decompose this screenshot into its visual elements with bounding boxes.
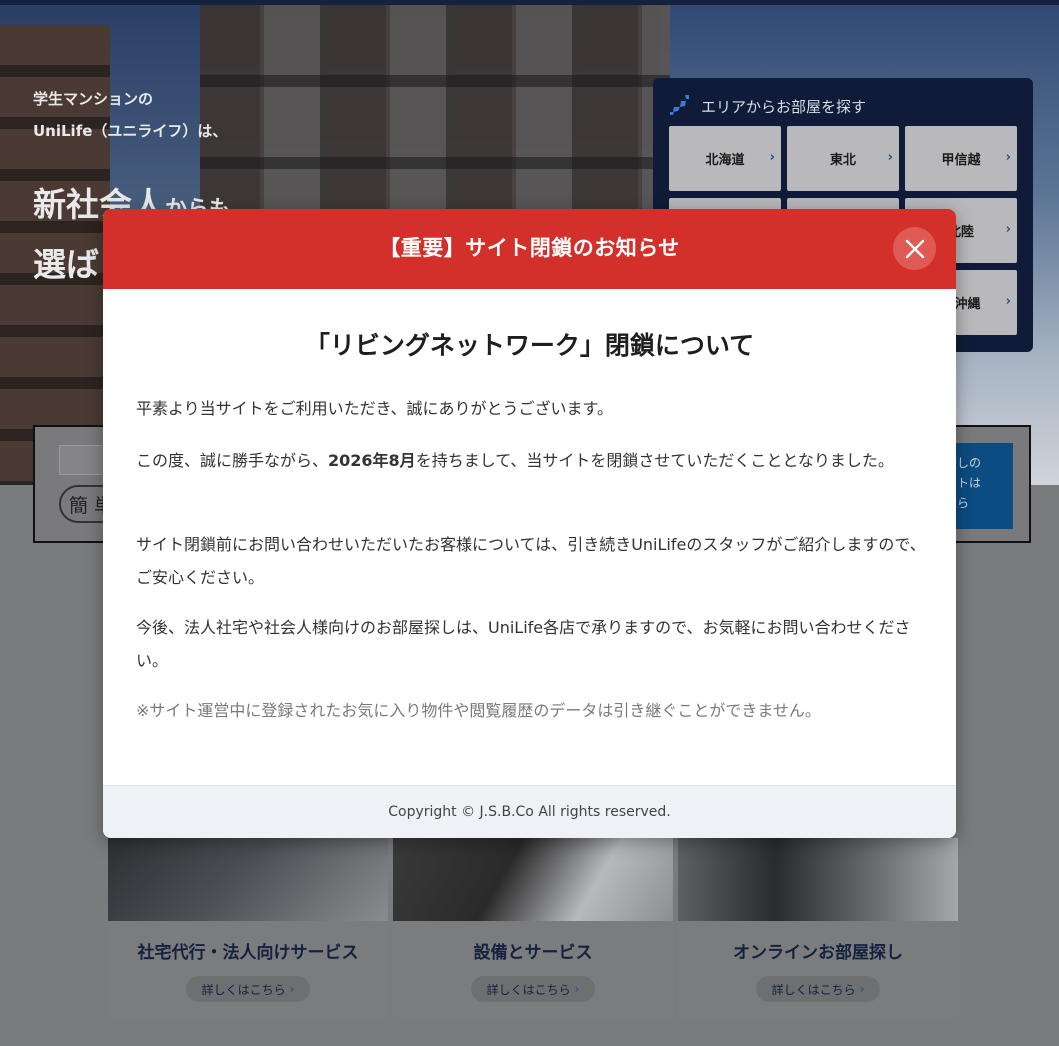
closure-date: 2026年8月 <box>328 451 416 470</box>
chevron-right-icon: › <box>574 982 580 996</box>
modal-footer: Copyright © J.S.B.Co All rights reserved… <box>103 785 956 838</box>
site-closure-modal: 【重要】サイト閉鎖のお知らせ 「リビングネットワーク」閉鎖について 平素より当サ… <box>103 209 956 838</box>
area-button-label: 甲信越 <box>941 153 981 168</box>
modal-close-button[interactable] <box>893 227 936 270</box>
area-button-koshinetsu[interactable]: 甲信越 › <box>905 126 1017 191</box>
closure-text-before: この度、誠に勝手ながら、 <box>136 451 329 470</box>
modal-heading: 「リビングネットワーク」閉鎖について <box>304 331 755 360</box>
modal-paragraph-greeting: 平素より当サイトをご利用いただき、誠にありがとうございます。 <box>136 399 613 418</box>
card-link-label: 詳しくはこちら <box>486 982 571 997</box>
modal-header-title: 【重要】サイト閉鎖のお知らせ <box>379 236 680 260</box>
modal-header: 【重要】サイト閉鎖のお知らせ <box>103 209 956 289</box>
card-title: 社宅代行・法人向けサービス <box>137 943 359 963</box>
card-title: 設備とサービス <box>473 943 593 963</box>
hero-text-line2: UniLife（ユニライフ）は、 <box>33 122 228 140</box>
card-details-link[interactable]: 詳しくはこちら › <box>186 976 310 1002</box>
copyright-text: Copyright © J.S.B.Co All rights reserved… <box>388 804 671 820</box>
modal-paragraph-future: 今後、法人社宅や社会人様向けのお部屋探しは、UniLife各店で承りますので、お… <box>136 618 911 670</box>
service-card-online[interactable]: オンラインお部屋探し 詳しくはこちら › <box>678 838 958 1019</box>
chevron-right-icon: › <box>1005 222 1011 237</box>
close-icon <box>905 239 924 258</box>
closure-text-after: を持ちまして、当サイトを閉鎖させていただくこととなりました。 <box>415 451 894 470</box>
chevron-right-icon: › <box>887 150 893 165</box>
hero-text-line1: 学生マンションの <box>33 90 154 108</box>
japan-map-icon <box>670 95 689 115</box>
modal-paragraph-closure-date: この度、誠に勝手ながら、2026年8月を持ちまして、当サイトを閉鎖させていただく… <box>136 444 926 477</box>
area-button-tohoku[interactable]: 東北 › <box>787 126 899 191</box>
hero-headline-line2: 選ば <box>33 245 99 284</box>
card-details-link[interactable]: 詳しくはこちら › <box>756 976 880 1002</box>
card-image <box>108 838 388 921</box>
area-button-label: 東北 <box>829 153 856 168</box>
card-image <box>678 838 958 921</box>
area-button-label: 北海道 <box>705 153 745 168</box>
chevron-right-icon: › <box>1005 294 1011 309</box>
area-button-hokkaido[interactable]: 北海道 › <box>669 126 781 191</box>
chevron-right-icon: › <box>859 982 865 996</box>
chevron-right-icon: › <box>1005 150 1011 165</box>
modal-paragraph-existing-customers: サイト閉鎖前にお問い合わせいただいたお客様については、引き続きUniLifeのス… <box>136 535 926 587</box>
service-card-facilities[interactable]: 設備とサービス 詳しくはこちら › <box>393 838 673 1019</box>
chevron-right-icon: › <box>769 150 775 165</box>
area-search-title: エリアからお部屋を探す <box>701 98 867 116</box>
card-title: オンラインお部屋探し <box>733 943 903 963</box>
chevron-right-icon: › <box>289 982 295 996</box>
modal-paragraph-note: ※サイト運営中に登録されたお気に入り物件や閲覧履歴のデータは引き継ぐことができま… <box>136 701 821 720</box>
card-link-label: 詳しくはこちら <box>771 982 856 997</box>
card-image <box>393 838 673 921</box>
card-details-link[interactable]: 詳しくはこちら › <box>471 976 595 1002</box>
service-card-corporate[interactable]: 社宅代行・法人向けサービス 詳しくはこちら › <box>108 838 388 1019</box>
card-link-label: 詳しくはこちら <box>201 982 286 997</box>
